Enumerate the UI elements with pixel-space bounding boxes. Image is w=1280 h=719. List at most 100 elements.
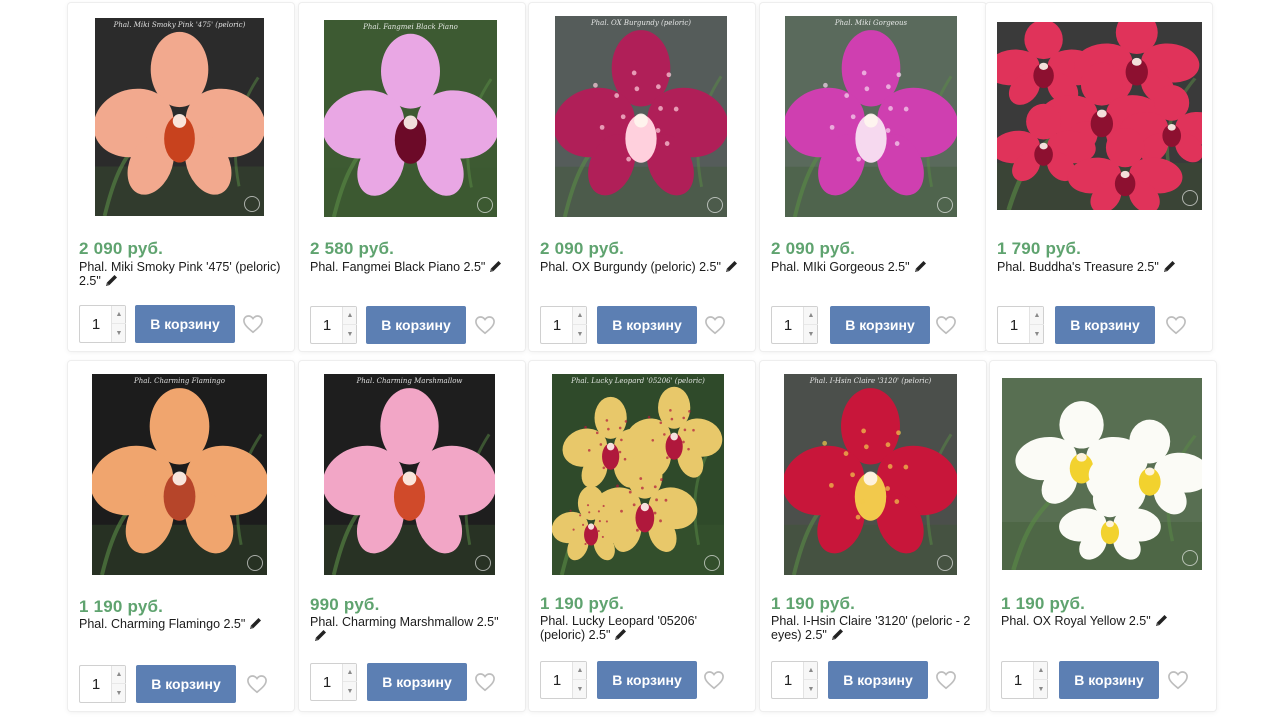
product-photo[interactable]: Phal. Charming Marshmallow	[324, 374, 495, 575]
pencil-icon[interactable]	[614, 628, 628, 641]
pencil-icon[interactable]	[1163, 260, 1177, 273]
product-card: Phal. OX Burgundy (peloric) 2 090 руб. P…	[529, 3, 755, 351]
chevron-up-icon[interactable]: ▲	[1034, 662, 1048, 680]
product-photo[interactable]: Phal. OX Burgundy (peloric)	[555, 16, 727, 217]
heart-icon[interactable]	[474, 672, 496, 692]
quantity-stepper[interactable]: ▲ ▼	[79, 305, 126, 343]
product-price: 1 190 руб.	[79, 597, 164, 616]
product-photo[interactable]: Phal. Charming Flamingo	[92, 374, 267, 575]
product-photo[interactable]	[1002, 378, 1202, 570]
add-to-cart-button[interactable]: В корзину	[136, 665, 236, 703]
quantity-stepper[interactable]: ▲ ▼	[1001, 661, 1048, 699]
quantity-spin: ▲ ▼	[111, 666, 126, 702]
chevron-up-icon[interactable]: ▲	[804, 307, 818, 325]
quantity-stepper[interactable]: ▲ ▼	[310, 663, 357, 701]
chevron-up-icon[interactable]: ▲	[343, 664, 357, 682]
add-to-cart-button[interactable]: В корзину	[828, 661, 928, 699]
add-to-cart-button[interactable]: В корзину	[597, 661, 697, 699]
pencil-icon[interactable]	[914, 260, 928, 273]
pencil-icon[interactable]	[489, 260, 503, 273]
product-photo[interactable]: Phal. Fangmei Black Piano	[324, 20, 497, 217]
product-link[interactable]: Phal. MIki Gorgeous 2.5"	[771, 260, 910, 274]
heart-icon[interactable]	[242, 314, 264, 334]
product-link[interactable]: Phal. OX Royal Yellow 2.5"	[1001, 614, 1151, 628]
quantity-input[interactable]	[772, 307, 804, 343]
chevron-up-icon[interactable]: ▲	[343, 307, 357, 325]
product-link[interactable]: Phal. Charming Flamingo 2.5"	[79, 617, 245, 631]
chevron-up-icon[interactable]: ▲	[573, 662, 587, 680]
add-to-cart-button[interactable]: В корзину	[830, 306, 930, 344]
pencil-icon[interactable]	[1155, 614, 1169, 627]
chevron-down-icon[interactable]: ▼	[573, 680, 587, 698]
heart-icon[interactable]	[246, 674, 268, 694]
product-link[interactable]: Phal. OX Burgundy (peloric) 2.5"	[540, 260, 721, 274]
quantity-input[interactable]	[80, 306, 112, 342]
product-photo[interactable]: Phal. Miki Gorgeous	[785, 16, 957, 217]
quantity-input[interactable]	[541, 307, 573, 343]
chevron-up-icon[interactable]: ▲	[1030, 307, 1044, 325]
quantity-input[interactable]	[998, 307, 1030, 343]
product-price: 2 580 руб.	[310, 239, 395, 258]
chevron-down-icon[interactable]: ▼	[804, 325, 818, 343]
chevron-up-icon[interactable]: ▲	[573, 307, 587, 325]
product-price: 990 руб.	[310, 595, 380, 614]
chevron-up-icon[interactable]: ▲	[804, 662, 818, 680]
quantity-stepper[interactable]: ▲ ▼	[540, 661, 587, 699]
add-to-cart-button[interactable]: В корзину	[135, 305, 235, 343]
pencil-icon[interactable]	[831, 628, 845, 641]
chevron-down-icon[interactable]: ▼	[1030, 325, 1044, 343]
heart-icon[interactable]	[1167, 670, 1189, 690]
chevron-down-icon[interactable]: ▼	[343, 325, 357, 343]
product-photo[interactable]: Phal. I-Hsin Claire '3120' (peloric)	[784, 374, 957, 575]
add-to-cart-button[interactable]: В корзину	[366, 306, 466, 344]
product-photo[interactable]: Phal. Miki Smoky Pink '475' (peloric)	[95, 18, 264, 216]
quantity-input[interactable]	[541, 662, 573, 698]
quantity-stepper[interactable]: ▲ ▼	[79, 665, 126, 703]
heart-icon[interactable]	[474, 315, 496, 335]
quantity-stepper[interactable]: ▲ ▼	[310, 306, 357, 344]
product-card: Phal. I-Hsin Claire '3120' (peloric) 1 1…	[760, 361, 986, 711]
pencil-icon[interactable]	[314, 629, 328, 642]
pencil-icon[interactable]	[249, 617, 263, 630]
product-link[interactable]: Phal. I-Hsin Claire '3120' (peloric - 2 …	[771, 614, 970, 642]
quantity-input[interactable]	[311, 307, 343, 343]
add-to-cart-button[interactable]: В корзину	[597, 306, 697, 344]
quantity-input[interactable]	[80, 666, 112, 702]
heart-icon[interactable]	[704, 315, 726, 335]
heart-icon[interactable]	[703, 670, 725, 690]
add-to-cart-button[interactable]: В корзину	[1059, 661, 1159, 699]
chevron-down-icon[interactable]: ▼	[804, 680, 818, 698]
buy-row: ▲ ▼ В корзину	[1001, 661, 1191, 699]
product-name: Phal. Fangmei Black Piano 2.5"	[310, 260, 513, 274]
chevron-down-icon[interactable]: ▼	[573, 325, 587, 343]
product-photo[interactable]: Phal. Lucky Leopard '05206' (peloric)	[552, 374, 724, 575]
quantity-input[interactable]	[1002, 662, 1034, 698]
heart-icon[interactable]	[1165, 315, 1187, 335]
chevron-up-icon[interactable]: ▲	[112, 666, 126, 684]
buy-row: ▲ ▼ В корзину	[771, 661, 959, 699]
product-link[interactable]: Phal. Buddha's Treasure 2.5"	[997, 260, 1159, 274]
quantity-input[interactable]	[311, 664, 343, 700]
product-link[interactable]: Phal. Charming Marshmallow 2.5"	[310, 615, 499, 629]
heart-icon[interactable]	[935, 315, 957, 335]
orchid-image	[785, 16, 957, 217]
quantity-stepper[interactable]: ▲ ▼	[540, 306, 587, 344]
quantity-stepper[interactable]: ▲ ▼	[771, 306, 818, 344]
product-photo[interactable]	[997, 22, 1202, 210]
orchid-image	[324, 20, 497, 217]
chevron-down-icon[interactable]: ▼	[112, 324, 126, 342]
chevron-down-icon[interactable]: ▼	[1034, 680, 1048, 698]
add-to-cart-button[interactable]: В корзину	[1055, 306, 1155, 344]
product-card: Phal. Fangmei Black Piano 2 580 руб. Pha…	[299, 3, 525, 351]
quantity-stepper[interactable]: ▲ ▼	[771, 661, 818, 699]
pencil-icon[interactable]	[105, 274, 119, 287]
product-link[interactable]: Phal. Fangmei Black Piano 2.5"	[310, 260, 485, 274]
add-to-cart-button[interactable]: В корзину	[367, 663, 467, 701]
quantity-input[interactable]	[772, 662, 804, 698]
chevron-down-icon[interactable]: ▼	[343, 682, 357, 700]
pencil-icon[interactable]	[725, 260, 739, 273]
chevron-up-icon[interactable]: ▲	[112, 306, 126, 324]
quantity-stepper[interactable]: ▲ ▼	[997, 306, 1044, 344]
heart-icon[interactable]	[935, 670, 957, 690]
chevron-down-icon[interactable]: ▼	[112, 684, 126, 702]
